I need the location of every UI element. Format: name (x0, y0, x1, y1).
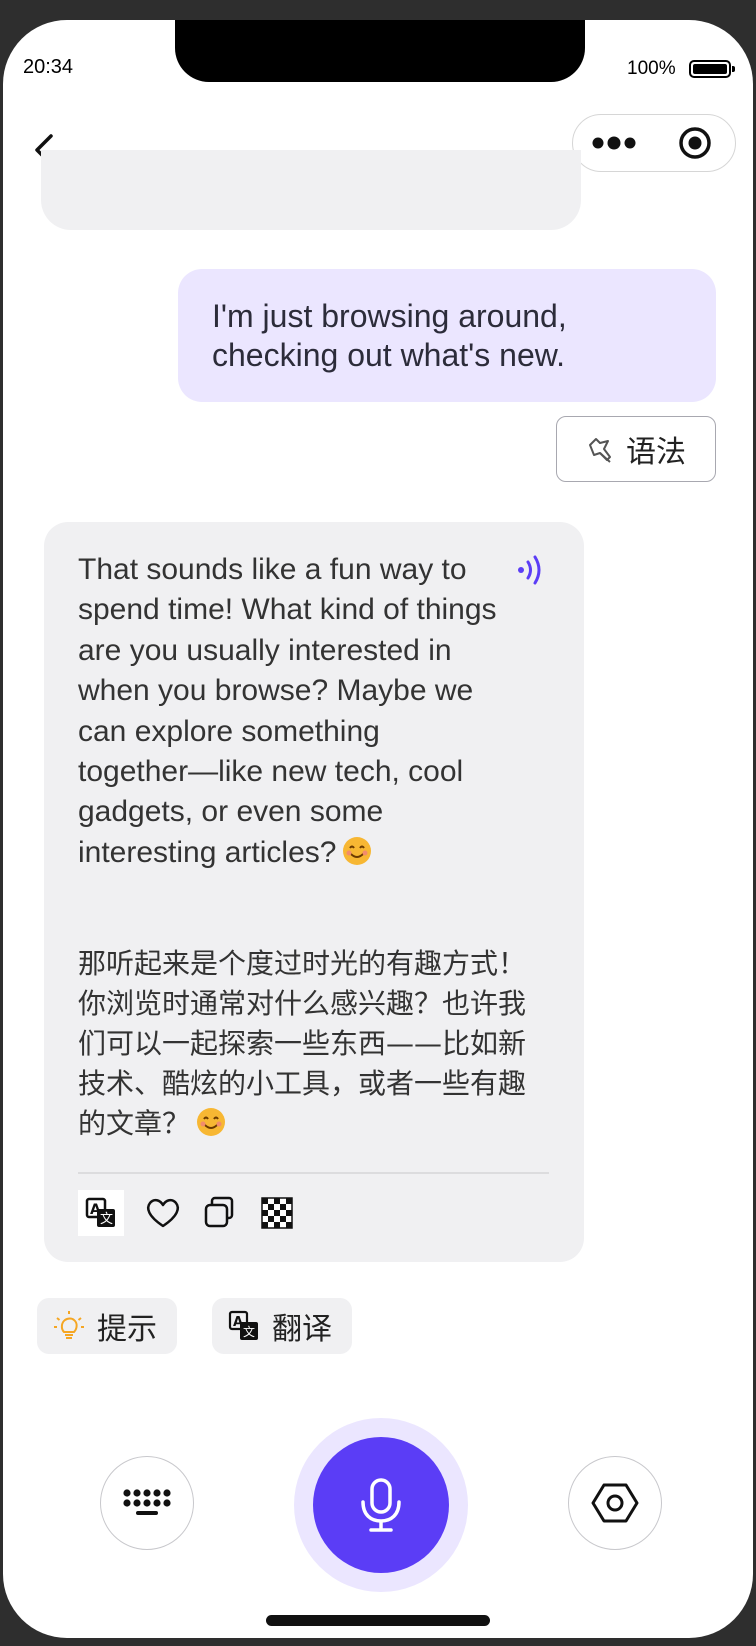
mosaic-button[interactable] (254, 1190, 300, 1236)
lightbulb-icon (54, 1311, 84, 1339)
bot-message-english: That sounds like a fun way to spend time… (78, 550, 498, 873)
bot-zh-text: 那听起来是个度过时光的有趣方式！你浏览时通常对什么感兴趣？也许我们可以一起探索一… (78, 947, 527, 1140)
smiling-face-emoji (197, 1108, 226, 1136)
home-indicator (266, 1615, 490, 1626)
user-message-text: I'm just browsing around, checking out w… (212, 298, 567, 373)
translate-icon: A 文 (85, 1197, 115, 1227)
notch (175, 20, 585, 82)
previous-message-bubble (41, 150, 581, 230)
translate-chip[interactable]: A 文 翻译 (212, 1298, 352, 1354)
translate-action-button[interactable]: A 文 (78, 1190, 124, 1236)
grammar-label: 语法 (626, 436, 686, 469)
svg-text:文: 文 (100, 1212, 113, 1227)
copy-icon (204, 1196, 234, 1228)
battery-icon (689, 60, 735, 78)
message-divider (78, 1172, 549, 1174)
like-button[interactable] (140, 1190, 186, 1236)
bot-message-chinese: 那听起来是个度过时光的有趣方式！你浏览时通常对什么感兴趣？也许我们可以一起探索一… (78, 944, 528, 1144)
translate-icon: A 文 (228, 1310, 258, 1340)
keyboard-icon (122, 1488, 171, 1515)
record-target-icon (679, 127, 711, 159)
translate-label: 翻译 (272, 1313, 332, 1346)
mosaic-icon (261, 1197, 293, 1229)
hexagon-settings-icon (591, 1483, 638, 1522)
heart-icon (146, 1198, 180, 1228)
more-button[interactable] (591, 131, 639, 155)
smiling-face-emoji (343, 836, 372, 865)
hint-chip[interactable]: 提示 (37, 1298, 177, 1354)
bot-en-text: That sounds like a fun way to spend time… (78, 553, 497, 869)
settings-button[interactable] (568, 1456, 662, 1550)
grammar-button[interactable]: 语法 (556, 416, 716, 482)
microphone-icon (361, 1478, 401, 1532)
copy-button[interactable] (196, 1190, 242, 1236)
more-dots-icon (592, 136, 636, 150)
phone-screen: 20:34 100% I'm just browsing around, che… (3, 20, 753, 1638)
battery-percent: 100% (627, 58, 676, 79)
svg-text:文: 文 (243, 1324, 255, 1339)
magic-wand-icon (589, 438, 611, 463)
speaker-wave-icon[interactable] (514, 552, 550, 588)
close-miniprogram-button[interactable] (678, 126, 712, 160)
bot-message-bubble: That sounds like a fun way to spend time… (44, 522, 584, 1262)
keyboard-button[interactable] (100, 1456, 194, 1550)
user-message-bubble: I'm just browsing around, checking out w… (178, 269, 716, 402)
hint-label: 提示 (97, 1313, 157, 1346)
microphone-button[interactable] (313, 1437, 449, 1573)
status-time: 20:34 (23, 56, 74, 78)
mini-program-capsule (572, 114, 736, 172)
